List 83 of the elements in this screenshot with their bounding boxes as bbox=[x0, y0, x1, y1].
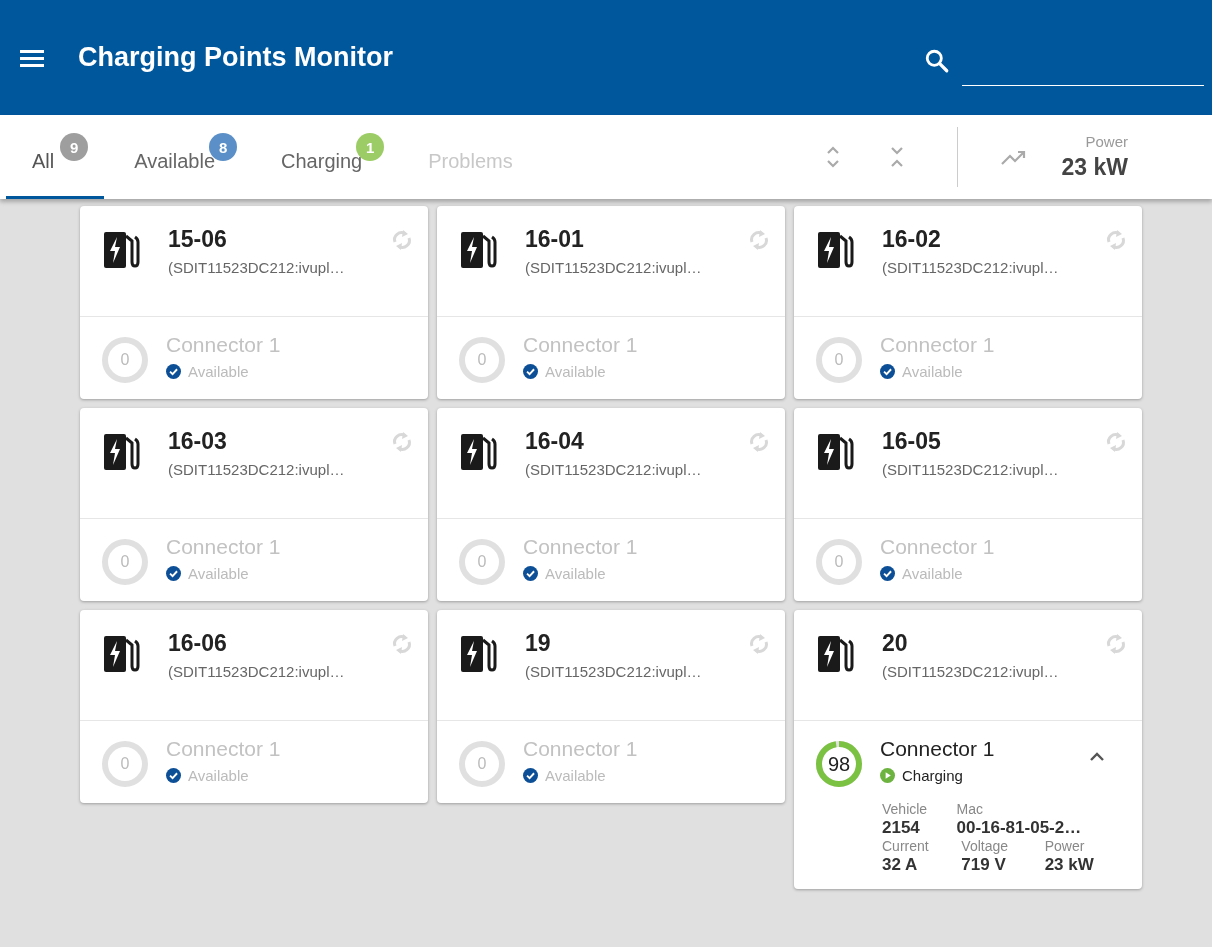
check-circle-icon bbox=[523, 566, 538, 581]
connector-name: Connector 1 bbox=[523, 737, 639, 761]
check-circle-icon bbox=[880, 364, 895, 379]
charging-point-name: 16-01 bbox=[525, 226, 585, 253]
status-label: Available bbox=[188, 767, 249, 784]
detail-value: 2154 bbox=[882, 818, 921, 838]
charging-point-name: 16-06 bbox=[168, 630, 228, 657]
detail-label: Power bbox=[1044, 838, 1086, 854]
charge-reading: 0 bbox=[119, 552, 131, 572]
charging-point-id: (SDIT11523DC212:ivupl… bbox=[525, 461, 703, 478]
connector-name: Connector 1 bbox=[880, 737, 996, 761]
check-circle-icon bbox=[166, 566, 181, 581]
charge-reading: 0 bbox=[833, 552, 845, 572]
count-badge: 9 bbox=[60, 133, 89, 161]
search-icon[interactable] bbox=[924, 47, 950, 74]
charge-reading: 0 bbox=[476, 350, 488, 370]
refresh-icon[interactable] bbox=[1104, 430, 1128, 454]
collapse-icon[interactable] bbox=[1088, 751, 1106, 763]
status-label: Charging bbox=[902, 767, 963, 784]
detail-label: Current bbox=[882, 838, 930, 854]
status-label: Available bbox=[188, 565, 249, 582]
charging-point-id: (SDIT11523DC212:ivupl… bbox=[168, 663, 346, 680]
app-title: Charging Points Monitor bbox=[78, 42, 393, 73]
charging-point-id: (SDIT11523DC212:ivupl… bbox=[525, 259, 703, 276]
power-value: 23 kW bbox=[1061, 154, 1128, 181]
refresh-icon[interactable] bbox=[747, 632, 771, 656]
charge-reading: 0 bbox=[119, 350, 131, 370]
charging-point-name: 15-06 bbox=[168, 226, 228, 253]
check-circle-icon bbox=[880, 566, 895, 581]
detail-value: 32 A bbox=[882, 855, 919, 875]
play-circle-icon bbox=[880, 768, 895, 783]
connector-name: Connector 1 bbox=[523, 333, 639, 357]
check-circle-icon bbox=[523, 364, 538, 379]
status-label: Available bbox=[545, 363, 606, 380]
refresh-icon[interactable] bbox=[747, 430, 771, 454]
charging-point-id: (SDIT11523DC212:ivupl… bbox=[168, 259, 346, 276]
status-label: Available bbox=[188, 363, 249, 380]
detail-label: Voltage bbox=[961, 838, 1010, 854]
charging-point-id: (SDIT11523DC212:ivupl… bbox=[882, 259, 1060, 276]
connector-name: Connector 1 bbox=[880, 333, 996, 357]
refresh-icon[interactable] bbox=[747, 228, 771, 252]
power-label: Power bbox=[1085, 133, 1128, 150]
status-label: Available bbox=[902, 565, 963, 582]
refresh-icon[interactable] bbox=[1104, 228, 1128, 252]
expand-all-icon[interactable] bbox=[824, 144, 841, 170]
connector-name: Connector 1 bbox=[523, 535, 639, 559]
charge-reading: 0 bbox=[476, 754, 488, 774]
connector-name: Connector 1 bbox=[880, 535, 996, 559]
charging-point-name: 16-04 bbox=[525, 428, 585, 455]
connector-name: Connector 1 bbox=[166, 737, 282, 761]
check-circle-icon bbox=[166, 768, 181, 783]
charging-point-id: (SDIT11523DC212:ivupl… bbox=[168, 461, 346, 478]
check-circle-icon bbox=[523, 768, 538, 783]
refresh-icon[interactable] bbox=[390, 430, 414, 454]
menu-icon[interactable] bbox=[20, 47, 44, 68]
charge-reading: 0 bbox=[119, 754, 131, 774]
charging-point-name: 19 bbox=[525, 630, 552, 657]
connector-name: Connector 1 bbox=[166, 333, 282, 357]
detail-value: 00-16-81-05-2… bbox=[956, 818, 1083, 838]
charge-reading: 0 bbox=[833, 350, 845, 370]
detail-value: 719 V bbox=[961, 855, 1007, 875]
charging-point-name: 20 bbox=[882, 630, 909, 657]
status-label: Available bbox=[545, 767, 606, 784]
charging-point-name: 16-03 bbox=[168, 428, 228, 455]
check-circle-icon bbox=[166, 364, 181, 379]
charging-point-id: (SDIT11523DC212:ivupl… bbox=[882, 461, 1060, 478]
charging-point-name: 16-05 bbox=[882, 428, 942, 455]
detail-label: Mac bbox=[956, 801, 984, 817]
charging-point-id: (SDIT11523DC212:ivupl… bbox=[525, 663, 703, 680]
charging-point-id: (SDIT11523DC212:ivupl… bbox=[882, 663, 1060, 680]
charging-point-name: 16-02 bbox=[882, 226, 942, 253]
charge-reading: 98 bbox=[826, 751, 852, 777]
refresh-icon[interactable] bbox=[390, 632, 414, 656]
charge-reading: 0 bbox=[476, 552, 488, 572]
status-label: Available bbox=[545, 565, 606, 582]
refresh-icon[interactable] bbox=[390, 228, 414, 252]
status-label: Available bbox=[902, 363, 963, 380]
detail-label: Vehicle bbox=[882, 801, 929, 817]
detail-value: 23 kW bbox=[1044, 855, 1095, 875]
refresh-icon[interactable] bbox=[1104, 632, 1128, 656]
trending-up-icon[interactable] bbox=[999, 148, 1028, 166]
filter-tab[interactable]: All 9 bbox=[6, 115, 105, 199]
connector-name: Connector 1 bbox=[166, 535, 282, 559]
